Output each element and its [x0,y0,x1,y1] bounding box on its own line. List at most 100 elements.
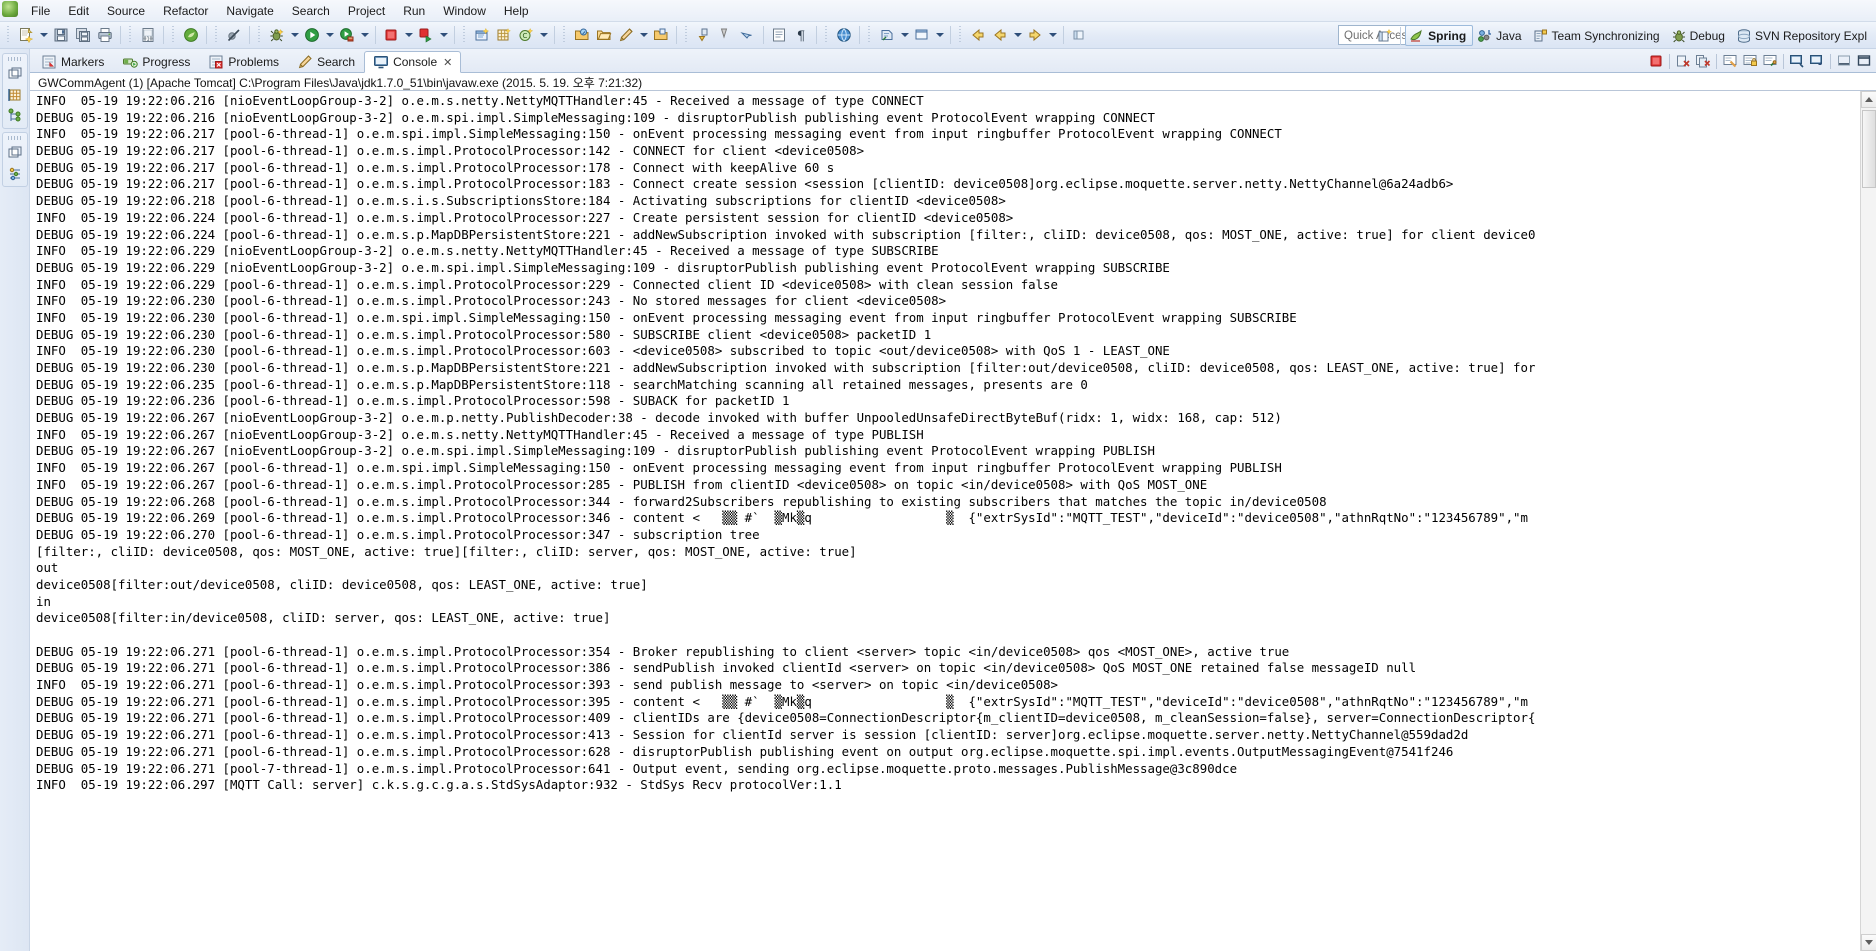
build-all-button[interactable]: 010 [137,24,159,46]
forward-nav-button[interactable] [1024,24,1046,46]
scroll-up-button[interactable] [1861,91,1876,108]
new-package-button[interactable] [493,24,515,46]
save-all-button[interactable] [72,24,94,46]
tab-markers[interactable]: Markers [32,50,113,72]
save-button[interactable] [50,24,72,46]
menu-run[interactable]: Run [394,2,434,20]
remove-launch-button[interactable] [1673,51,1693,71]
console-vertical-scrollbar[interactable] [1860,91,1876,951]
toolbar-grip-6[interactable] [462,26,468,44]
external-tools-dropdown[interactable] [358,24,371,46]
toolbar-grip-4[interactable] [214,26,220,44]
new-class-button[interactable]: C [515,24,537,46]
scrollbar-track[interactable] [1861,108,1876,934]
toolbar-grip-7[interactable] [562,26,568,44]
menu-help[interactable]: Help [495,2,538,20]
outline-icon[interactable] [7,166,23,182]
tab-console[interactable]: Console ✕ [364,51,461,73]
terminate-dropdown[interactable] [402,24,415,46]
toolbar-grip-11[interactable] [958,26,964,44]
new-window-dropdown[interactable] [933,24,946,46]
open-perspective-button[interactable] [1374,25,1396,47]
toolbar-grip-5[interactable] [257,26,263,44]
fast-view-grip-1[interactable] [8,57,22,61]
back-button[interactable] [967,24,989,46]
perspective-java[interactable]: Java [1473,25,1528,46]
toolbar-grip-2[interactable] [128,26,134,44]
menu-refactor[interactable]: Refactor [154,2,217,20]
show-whitespace-button[interactable]: ¶ [790,24,812,46]
run-external-tools-button[interactable] [336,24,358,46]
scroll-lock-button[interactable] [1740,51,1760,71]
run-last-dropdown[interactable] [437,24,450,46]
next-annotation-button[interactable] [693,24,715,46]
open-resource-button[interactable] [650,24,672,46]
scrollbar-thumb[interactable] [1862,110,1876,188]
menu-window[interactable]: Window [434,2,495,20]
perspective-spring[interactable]: Spring [1405,25,1473,46]
new-wizard-dropdown[interactable] [37,24,50,46]
search-button[interactable] [615,24,637,46]
terminate-console-button[interactable] [1646,51,1666,71]
toolbar-grip-9[interactable] [824,26,830,44]
menu-project[interactable]: Project [339,2,394,20]
menu-navigate[interactable]: Navigate [217,2,282,20]
perspective-team-synchronizing[interactable]: Team Synchronizing [1529,25,1667,46]
forward-button[interactable] [989,24,1011,46]
restore-view-icon[interactable] [7,66,23,82]
tab-progress[interactable]: Progress [113,50,199,72]
new-wizard-button[interactable] [15,24,37,46]
toolbar-grip-3[interactable] [171,26,177,44]
print-button[interactable] [94,24,116,46]
pin-console-button[interactable] [1760,51,1780,71]
close-icon[interactable]: ✕ [443,56,452,69]
last-edit-location-button[interactable] [737,24,759,46]
display-selected-console-button[interactable] [1787,51,1807,71]
remove-all-terminated-button[interactable] [1693,51,1713,71]
new-java-project-button[interactable] [471,24,493,46]
debug-dropdown[interactable] [288,24,301,46]
tab-problems[interactable]: Problems [199,50,288,72]
open-task-button[interactable] [593,24,615,46]
scroll-down-button[interactable] [1861,934,1876,951]
run-last-button[interactable] [415,24,437,46]
restore-view-icon-2[interactable] [7,145,23,161]
open-type-button[interactable] [571,24,593,46]
pin-editor-dropdown[interactable] [898,24,911,46]
toolbar-grip-10[interactable] [867,26,873,44]
toolbar-grip[interactable] [6,26,12,44]
previous-annotation-button[interactable] [715,24,737,46]
minimize-view-button[interactable] [1834,51,1854,71]
hierarchy-icon[interactable] [7,108,23,124]
toolbar-grip-8[interactable] [684,26,690,44]
terminate-button[interactable] [380,24,402,46]
clear-console-button[interactable] [1720,51,1740,71]
new-window-button[interactable] [911,24,933,46]
menu-edit[interactable]: Edit [59,2,98,20]
search-dropdown[interactable] [637,24,650,46]
open-console-button[interactable] [1807,51,1827,71]
pin-editor-button[interactable] [876,24,898,46]
maximize-view-button[interactable] [1854,51,1874,71]
fast-view-grip-2[interactable] [8,136,22,140]
spring-tool-button[interactable] [180,24,202,46]
forward-nav-dropdown[interactable] [1046,24,1059,46]
new-class-dropdown[interactable] [537,24,550,46]
open-perspective-extra-button[interactable] [1068,24,1090,46]
forward-dropdown[interactable] [1011,24,1024,46]
menu-search[interactable]: Search [283,2,339,20]
perspective-svn-repository-explorer[interactable]: SVN Repository Expl [1732,25,1874,46]
open-web-browser-button[interactable] [833,24,855,46]
perspective-debug[interactable]: Debug [1667,25,1732,46]
menu-file[interactable]: File [22,2,59,20]
menu-source[interactable]: Source [98,2,154,20]
run-dropdown[interactable] [323,24,336,46]
toggle-mark-occurrences-button[interactable] [768,24,790,46]
run-button[interactable] [301,24,323,46]
fast-view-group-1 [2,53,28,129]
debug-button[interactable] [266,24,288,46]
skip-breakpoints-button[interactable] [223,24,245,46]
package-explorer-icon[interactable] [7,87,23,103]
tab-search[interactable]: Search [288,50,364,72]
console-text[interactable]: INFO 05-19 19:22:06.216 [nioEventLoopGro… [30,91,1860,951]
